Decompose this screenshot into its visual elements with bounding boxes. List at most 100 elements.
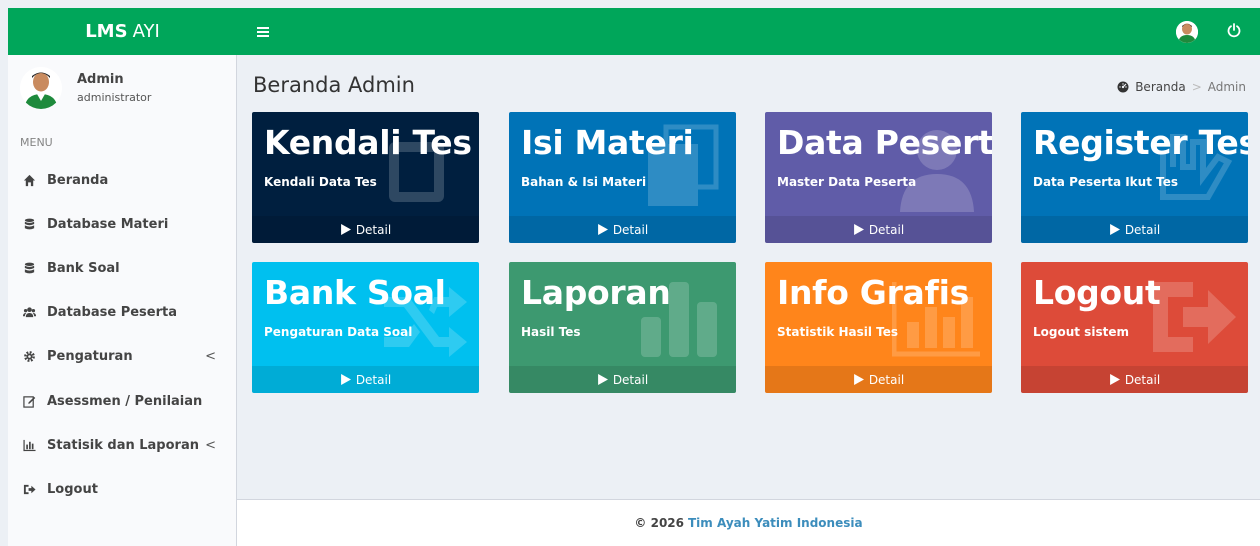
tile-logout[interactable]: Logout Logout sistem Detail bbox=[1021, 262, 1248, 393]
play-icon bbox=[597, 374, 608, 385]
tile-title: Data Peserta bbox=[777, 123, 992, 162]
tile-detail-link[interactable]: Detail bbox=[252, 366, 479, 393]
tile-bank-soal[interactable]: Bank Soal Pengaturan Data Soal Detail bbox=[252, 262, 479, 393]
breadcrumb: Beranda > Admin bbox=[1117, 80, 1246, 94]
tile-subtitle: Statistik Hasil Tes bbox=[777, 324, 899, 339]
tile-title: Bank Soal bbox=[264, 273, 446, 312]
tile-detail-link[interactable]: Detail bbox=[765, 366, 992, 393]
chevron-left-icon: < bbox=[205, 437, 216, 453]
detail-label: Detail bbox=[612, 222, 649, 237]
tile-detail-link[interactable]: Detail bbox=[765, 216, 992, 243]
page-title: Beranda Admin bbox=[253, 73, 415, 97]
tile-title: Laporan bbox=[521, 273, 671, 312]
dashboard-icon bbox=[1117, 81, 1129, 93]
tile-subtitle: Master Data Peserta bbox=[777, 174, 917, 189]
home-icon bbox=[23, 174, 35, 186]
tile-detail-link[interactable]: Detail bbox=[1021, 216, 1248, 243]
tile-subtitle: Kendali Data Tes bbox=[264, 174, 377, 189]
sidebar-item-database-materi[interactable]: Database Materi bbox=[8, 202, 236, 246]
power-icon bbox=[1227, 22, 1241, 37]
tile-detail-link[interactable]: Detail bbox=[1021, 366, 1248, 393]
play-icon bbox=[853, 374, 864, 385]
power-button[interactable] bbox=[1226, 22, 1242, 42]
tile-isi-materi[interactable]: Isi Materi Bahan & Isi Materi Detail bbox=[509, 112, 736, 243]
sidebar-item-bank-soal[interactable]: Bank Soal bbox=[8, 246, 236, 290]
top-navbar: LMS AYI bbox=[8, 8, 1260, 55]
avatar-icon bbox=[20, 66, 62, 109]
sidebar-item-logout[interactable]: Logout bbox=[8, 467, 236, 511]
menu-header: MENU bbox=[20, 136, 53, 149]
copyright-text: © 2026 bbox=[634, 516, 684, 530]
sidebar-item-label: Beranda bbox=[47, 172, 109, 188]
breadcrumb-current: Admin bbox=[1207, 80, 1246, 94]
detail-label: Detail bbox=[1124, 222, 1161, 237]
detail-label: Detail bbox=[612, 372, 649, 387]
detail-label: Detail bbox=[355, 222, 392, 237]
tile-register-tes[interactable]: Register Tes Data Peserta Ikut Tes Detai… bbox=[1021, 112, 1248, 243]
sidebar-item-statisik[interactable]: Statisik dan Laporan < bbox=[8, 423, 236, 467]
tile-detail-link[interactable]: Detail bbox=[509, 366, 736, 393]
logo-light: AYI bbox=[132, 21, 160, 42]
sign-out-icon bbox=[23, 484, 36, 495]
tile-subtitle: Data Peserta Ikut Tes bbox=[1033, 174, 1178, 189]
detail-label: Detail bbox=[355, 372, 392, 387]
breadcrumb-separator: > bbox=[1191, 80, 1202, 94]
page-footer: © 2026 Tim Ayah Yatim Indonesia bbox=[237, 499, 1260, 546]
sidebar-item-asessmen[interactable]: Asessmen / Penilaian bbox=[8, 379, 236, 423]
sidebar-item-label: Database Materi bbox=[47, 216, 169, 232]
sidebar-item-label: Statisik dan Laporan bbox=[47, 437, 199, 453]
sidebar-item-label: Bank Soal bbox=[47, 260, 120, 276]
sidebar-toggle-button[interactable] bbox=[257, 22, 277, 42]
tile-laporan[interactable]: Laporan Hasil Tes Detail bbox=[509, 262, 736, 393]
database-icon bbox=[24, 218, 34, 230]
gear-icon bbox=[23, 351, 35, 363]
footer-link[interactable]: Tim Ayah Yatim Indonesia bbox=[688, 516, 863, 530]
hamburger-icon bbox=[257, 26, 269, 37]
database-icon bbox=[24, 262, 34, 274]
play-icon bbox=[1109, 374, 1120, 385]
tile-subtitle: Pengaturan Data Soal bbox=[264, 324, 413, 339]
sidebar-item-label: Logout bbox=[47, 481, 98, 497]
sidebar-item-database-peserta[interactable]: Database Peserta bbox=[8, 291, 236, 335]
avatar bbox=[20, 66, 62, 109]
user-name: Admin bbox=[77, 71, 124, 87]
user-menu-avatar[interactable] bbox=[1176, 20, 1198, 43]
play-icon bbox=[340, 224, 351, 235]
detail-label: Detail bbox=[1124, 372, 1161, 387]
logo-bold: LMS bbox=[85, 21, 128, 42]
tile-subtitle: Hasil Tes bbox=[521, 324, 581, 339]
users-icon bbox=[22, 307, 36, 318]
tile-data-peserta[interactable]: Data Peserta Master Data Peserta Detail bbox=[765, 112, 992, 243]
user-role: administrator bbox=[77, 90, 152, 104]
edit-icon bbox=[22, 395, 35, 408]
play-icon bbox=[853, 224, 864, 235]
tile-detail-link[interactable]: Detail bbox=[509, 216, 736, 243]
breadcrumb-home-link[interactable]: Beranda bbox=[1135, 80, 1185, 94]
tile-title: Register Tes bbox=[1033, 123, 1248, 162]
logo[interactable]: LMS AYI bbox=[8, 8, 237, 55]
sidebar-item-label: Asessmen / Penilaian bbox=[47, 393, 203, 409]
tile-kendali-tes[interactable]: Kendali Tes Kendali Data Tes Detail bbox=[252, 112, 479, 243]
tile-title: Logout bbox=[1033, 273, 1161, 312]
play-icon bbox=[597, 224, 608, 235]
play-icon bbox=[1109, 224, 1120, 235]
main-content: Beranda Admin Beranda > Admin Kendali Te… bbox=[237, 55, 1260, 499]
sidebar-item-pengaturan[interactable]: Pengaturan < bbox=[8, 335, 236, 379]
tile-info-grafis[interactable]: Info Grafis Statistik Hasil Tes Detail bbox=[765, 262, 992, 393]
tile-detail-link[interactable]: Detail bbox=[252, 216, 479, 243]
avatar-icon bbox=[1176, 20, 1198, 43]
tile-title: Isi Materi bbox=[521, 123, 694, 162]
sidebar: Admin administrator MENU Beranda Databas… bbox=[8, 55, 237, 546]
tile-subtitle: Bahan & Isi Materi bbox=[521, 174, 647, 189]
play-icon bbox=[340, 374, 351, 385]
bar-chart-icon bbox=[22, 439, 36, 451]
detail-label: Detail bbox=[868, 372, 905, 387]
sidebar-item-label: Database Peserta bbox=[47, 305, 178, 321]
sidebar-item-label: Pengaturan bbox=[47, 349, 133, 365]
sidebar-item-beranda[interactable]: Beranda bbox=[8, 158, 236, 202]
tile-title: Kendali Tes bbox=[264, 123, 472, 162]
detail-label: Detail bbox=[868, 222, 905, 237]
user-panel: Admin administrator bbox=[8, 55, 236, 120]
chevron-left-icon: < bbox=[205, 349, 216, 365]
tile-subtitle: Logout sistem bbox=[1033, 324, 1129, 339]
